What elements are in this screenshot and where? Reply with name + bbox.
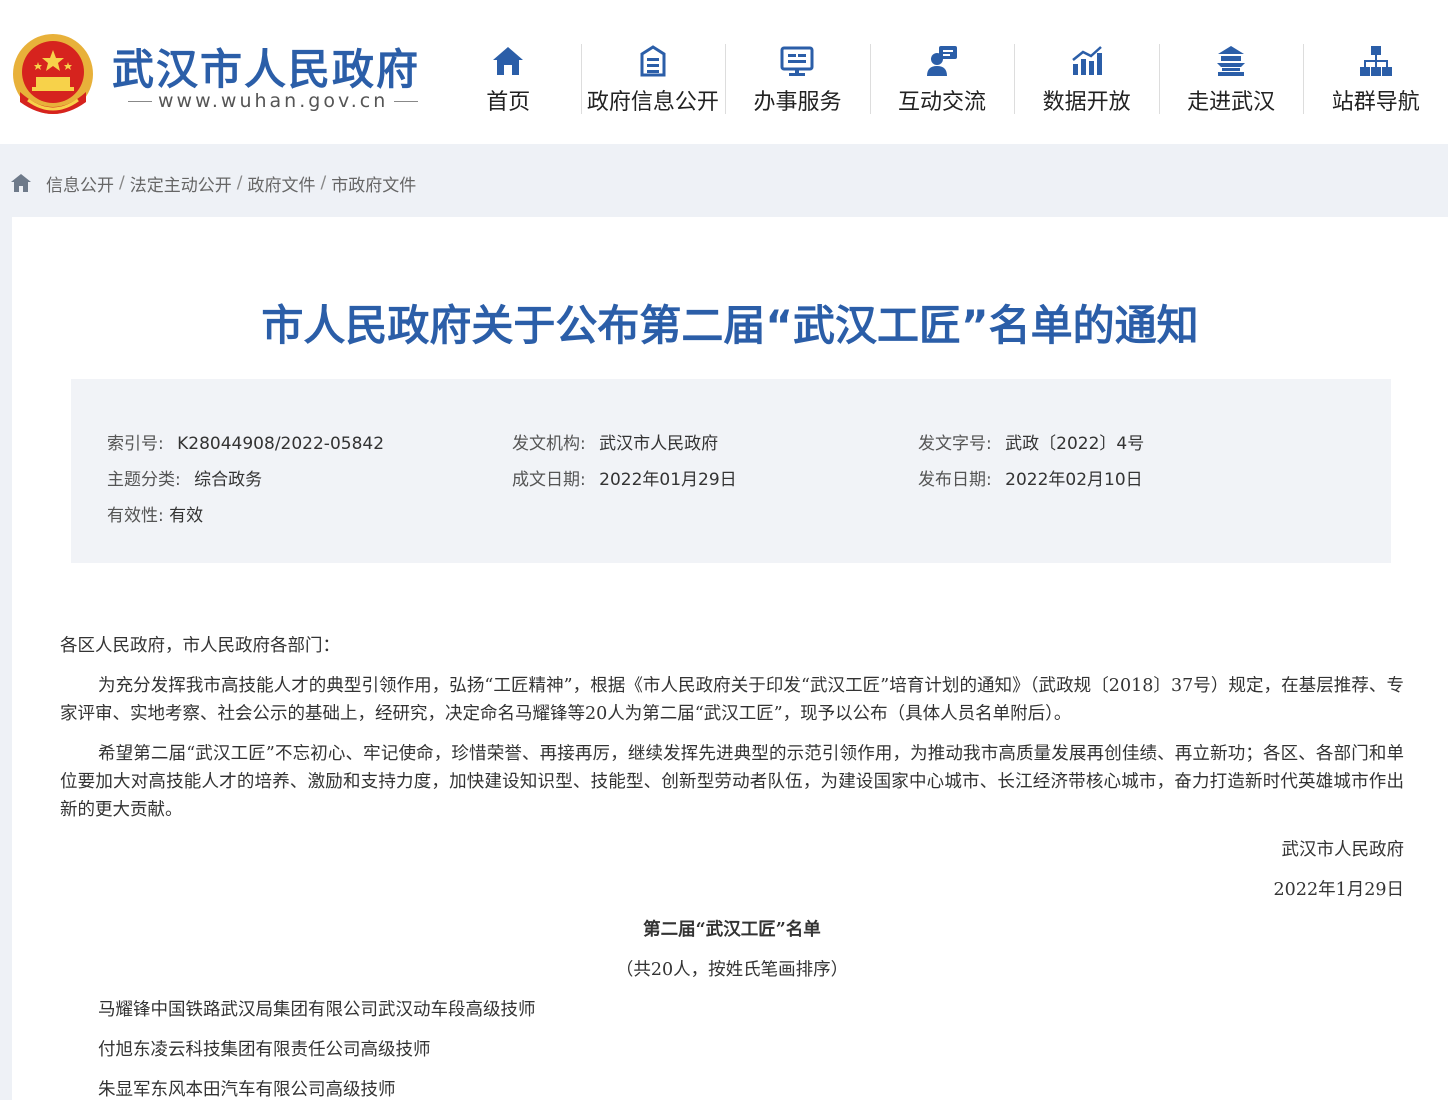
meta-validity-value: 有效 [169, 506, 204, 526]
meta-published-label: 发布日期: [918, 470, 992, 490]
meta-written-value: 2022年01月29日 [599, 470, 737, 490]
breadcrumb-item-statutory[interactable]: 法定主动公开 [130, 171, 232, 196]
meta-validity: 有效性: 有效 [107, 501, 203, 526]
meta-doc-no-label: 发文字号: [918, 434, 992, 454]
meta-issuer: 发文机构: 武汉市人民政府 [512, 429, 718, 454]
nav-item-gov-info[interactable]: 政府信息公开 [580, 40, 726, 120]
list-item: 朱显军东风本田汽车有限公司高级技师 [98, 1080, 396, 1100]
signature: 武汉市人民政府 [1281, 840, 1405, 860]
nav-label: 政府信息公开 [586, 90, 719, 115]
nav-label: 走进武汉 [1187, 90, 1276, 115]
breadcrumb-item-gov-docs[interactable]: 政府文件 [247, 171, 315, 196]
body-paragraph-2: 希望第二届“武汉工匠”不忘初心、牢记使命，珍惜荣誉、再接再厉，继续发挥先进典型的… [60, 744, 1404, 820]
breadcrumb-separator: / [320, 173, 327, 193]
page-title: 市人民政府关于公布第二届“武汉工匠”名单的通知 [261, 301, 1199, 350]
breadcrumb: 信息公开 / 法定主动公开 / 政府文件 / 市政府文件 [10, 170, 416, 196]
signature-date: 2022年1月29日 [1273, 880, 1404, 900]
site-header: 武汉市人民政府 www.wuhan.gov.cn 首页 政府信息公开 办事服务 … [0, 0, 1448, 144]
meta-validity-label: 有效性: [107, 506, 164, 526]
main-nav: 首页 政府信息公开 办事服务 互动交流 数据开放 走进武汉 站群导航 [436, 40, 1448, 120]
meta-written-label: 成文日期: [512, 470, 586, 490]
nav-label: 办事服务 [753, 90, 842, 115]
monitor-icon [780, 46, 814, 76]
meta-published-value: 2022年02月10日 [1005, 470, 1143, 490]
list-title: 第二届“武汉工匠”名单 [643, 920, 821, 940]
breadcrumb-separator: / [236, 173, 243, 193]
national-emblem-icon[interactable] [10, 30, 96, 122]
body-paragraph-1: 为充分发挥我市高技能人才的典型引领作用，弘扬“工匠精神”，根据《市人民政府关于印… [60, 676, 1404, 724]
nav-label: 互动交流 [898, 90, 987, 115]
nav-item-services[interactable]: 办事服务 [725, 40, 870, 120]
meta-category: 主题分类: 综合政务 [107, 465, 262, 490]
list-subtitle: （共20人，按姓氏笔画排序） [615, 960, 849, 980]
home-icon [493, 47, 524, 75]
meta-issuer-label: 发文机构: [512, 434, 586, 454]
salutation: 各区人民政府，市人民政府各部门： [60, 636, 340, 656]
list-item: 马耀锋中国铁路武汉局集团有限公司武汉动车段高级技师 [98, 1000, 536, 1020]
meta-category-label: 主题分类: [107, 470, 181, 490]
nav-item-interaction[interactable]: 互动交流 [869, 40, 1015, 120]
site-url: www.wuhan.gov.cn [122, 90, 424, 112]
nav-item-home[interactable]: 首页 [436, 40, 581, 120]
nav-item-open-data[interactable]: 数据开放 [1014, 40, 1159, 120]
chat-icon [927, 46, 958, 76]
document-meta-panel: 索引号: K28044908/2022-05842 发文机构: 武汉市人民政府 … [71, 379, 1391, 563]
sitemap-icon [1359, 46, 1392, 76]
meta-issuer-value: 武汉市人民政府 [599, 434, 719, 454]
nav-label: 首页 [486, 90, 531, 115]
meta-index-label: 索引号: [107, 434, 164, 454]
chart-icon [1071, 46, 1102, 75]
pavilion-icon [1217, 46, 1246, 76]
breadcrumb-item-info-public[interactable]: 信息公开 [46, 171, 114, 196]
meta-index-value: K28044908/2022-05842 [177, 434, 385, 454]
meta-doc-no: 发文字号: 武政〔2022〕4号 [918, 429, 1144, 454]
meta-doc-no-value: 武政〔2022〕4号 [1005, 434, 1145, 454]
meta-published-date: 发布日期: 2022年02月10日 [918, 465, 1143, 490]
site-title[interactable]: 武汉市人民政府 [112, 36, 420, 97]
breadcrumb-item-city-docs[interactable]: 市政府文件 [331, 171, 416, 196]
nav-item-about-wuhan[interactable]: 走进武汉 [1158, 40, 1304, 120]
list-item: 付旭东凌云科技集团有限责任公司高级技师 [98, 1040, 431, 1060]
nav-label: 数据开放 [1042, 90, 1131, 115]
meta-index: 索引号: K28044908/2022-05842 [107, 429, 384, 454]
nav-item-site-navigation[interactable]: 站群导航 [1303, 40, 1448, 120]
breadcrumb-separator: / [119, 173, 125, 193]
home-icon[interactable] [10, 173, 32, 193]
nav-label: 站群导航 [1331, 90, 1420, 115]
meta-category-value: 综合政务 [194, 470, 263, 490]
document-icon [640, 45, 666, 77]
meta-written-date: 成文日期: 2022年01月29日 [512, 465, 737, 490]
